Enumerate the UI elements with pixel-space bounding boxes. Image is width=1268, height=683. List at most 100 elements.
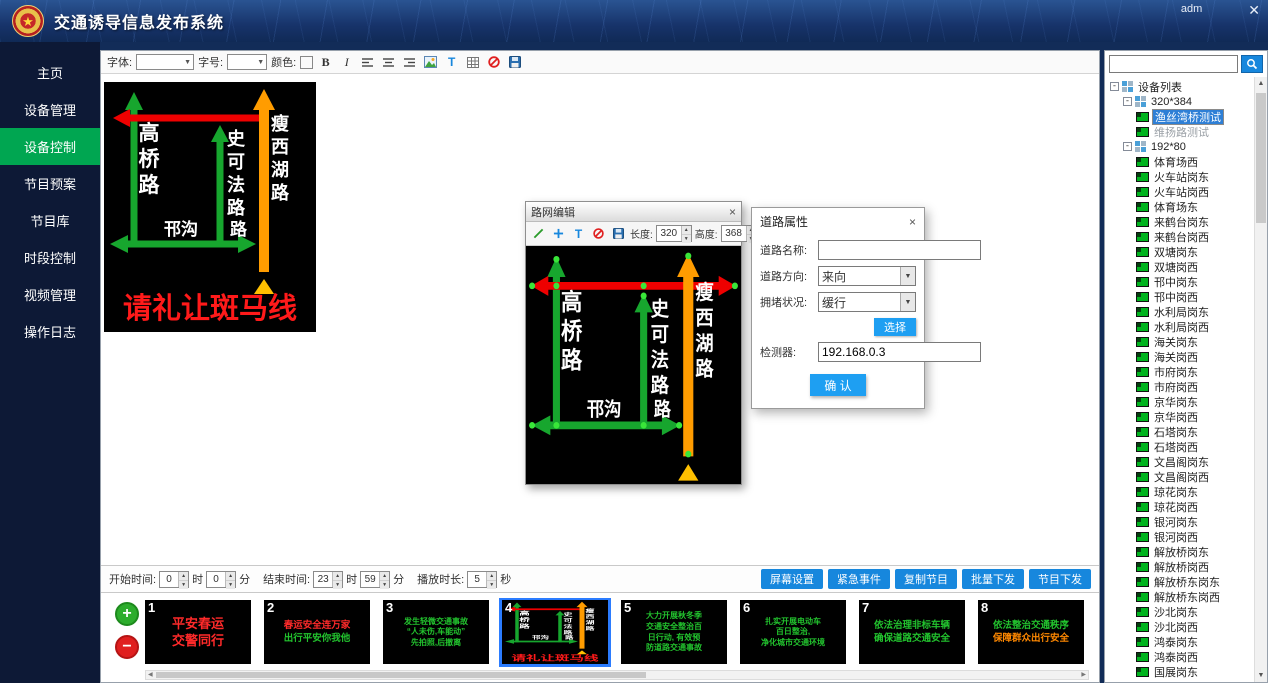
scroll-up-icon[interactable]: ▲ — [1255, 77, 1267, 90]
tree-root-device-list[interactable]: -设备列表 — [1108, 79, 1254, 94]
font-family-select[interactable]: ▼ — [136, 54, 194, 70]
tree-device-水利局岗西[interactable]: 水利局岗西 — [1108, 319, 1254, 334]
tree-device-火车站岗东[interactable]: 火车站岗东 — [1108, 169, 1254, 184]
program-tile-3[interactable]: 发生轻微交通事故“人未伤,车能动”先拍照,后撤离3 — [383, 600, 489, 664]
tree-device-石塔岗东[interactable]: 石塔岗东 — [1108, 424, 1254, 439]
tree-device-京华岗西[interactable]: 京华岗西 — [1108, 409, 1254, 424]
tree-device-解放桥岗西[interactable]: 解放桥岗西 — [1108, 559, 1254, 574]
tree-device-解放桥岗东[interactable]: 解放桥岗东 — [1108, 544, 1254, 559]
start-minute-spinner[interactable]: 0▲▼ — [206, 571, 236, 588]
spinner-down-icon[interactable]: ▼ — [380, 581, 389, 589]
tree-device-沙北岗东[interactable]: 沙北岗东 — [1108, 604, 1254, 619]
action-button-紧急事件[interactable]: 紧急事件 — [828, 569, 890, 589]
program-tile-8[interactable]: 依法整治交通秩序保障群众出行安全8 — [978, 600, 1084, 664]
confirm-button[interactable]: 确 认 — [810, 374, 865, 396]
tree-device-银河岗东[interactable]: 银河岗东 — [1108, 514, 1254, 529]
road-editor-titlebar[interactable]: 路网编辑 × — [526, 202, 741, 222]
congestion-select[interactable]: 缓行▼ — [818, 292, 916, 312]
road-name-input[interactable] — [818, 240, 981, 260]
tree-device-海关岗西[interactable]: 海关岗西 — [1108, 349, 1254, 364]
text-tool-icon[interactable]: T — [443, 54, 460, 71]
tree-device-石塔岗西[interactable]: 石塔岗西 — [1108, 439, 1254, 454]
tree-device-体育场东[interactable]: 体育场东 — [1108, 199, 1254, 214]
sidebar-item-时段控制[interactable]: 时段控制 — [0, 239, 100, 276]
spinner-down-icon[interactable]: ▼ — [333, 581, 342, 589]
road-editor-canvas[interactable]: 高桥路史可法路瘦西湖路邗沟路 — [526, 246, 741, 484]
action-button-屏幕设置[interactable]: 屏幕设置 — [761, 569, 823, 589]
program-tile-6[interactable]: 扎实开展电动车百日整治,净化城市交通环境6 — [740, 600, 846, 664]
tree-device-火车站岗西[interactable]: 火车站岗西 — [1108, 184, 1254, 199]
led-preview[interactable]: 高桥路史可法路瘦西湖路邗沟路请礼让斑马线 — [104, 82, 316, 332]
action-button-复制节目[interactable]: 复制节目 — [895, 569, 957, 589]
spinner-up-icon[interactable]: ▲ — [682, 226, 691, 235]
road-editor-close-button[interactable]: × — [729, 205, 736, 219]
select-detector-button[interactable]: 选择 — [874, 318, 916, 336]
tree-device-来鹤台岗东[interactable]: 来鹤台岗东 — [1108, 214, 1254, 229]
sidebar-item-设备控制[interactable]: 设备控制 — [0, 128, 100, 165]
add-program-button[interactable]: + — [115, 602, 139, 626]
align-center-icon[interactable] — [380, 54, 397, 71]
tree-device-维扬路测试[interactable]: 维扬路测试 — [1108, 124, 1254, 139]
sidebar-item-视频管理[interactable]: 视频管理 — [0, 276, 100, 313]
spinner-up-icon[interactable]: ▲ — [380, 572, 389, 581]
sidebar-item-主页[interactable]: 主页 — [0, 54, 100, 91]
road-properties-close-button[interactable]: × — [909, 215, 916, 229]
program-scrollbar[interactable]: ◀ ▶ — [145, 670, 1089, 680]
tree-device-国展岗西[interactable]: 国展岗西 — [1108, 679, 1254, 682]
length-spinner[interactable]: 320▲▼ — [656, 225, 692, 242]
tree-device-鸿泰岗西[interactable]: 鸿泰岗西 — [1108, 649, 1254, 664]
tree-device-双塘岗西[interactable]: 双塘岗西 — [1108, 259, 1254, 274]
tree-device-解放桥东岗西[interactable]: 解放桥东岗西 — [1108, 589, 1254, 604]
spinner-down-icon[interactable]: ▼ — [226, 581, 235, 589]
align-right-icon[interactable] — [401, 54, 418, 71]
device-search-input[interactable] — [1109, 55, 1238, 73]
tree-device-双塘岗东[interactable]: 双塘岗东 — [1108, 244, 1254, 259]
tree-device-文昌阁岗西[interactable]: 文昌阁岗西 — [1108, 469, 1254, 484]
tree-device-京华岗东[interactable]: 京华岗东 — [1108, 394, 1254, 409]
tree-group-320*384[interactable]: -320*384 — [1108, 94, 1254, 109]
remove-program-button[interactable]: − — [115, 635, 139, 659]
tree-device-银河岗西[interactable]: 银河岗西 — [1108, 529, 1254, 544]
sidebar-item-设备管理[interactable]: 设备管理 — [0, 91, 100, 128]
sidebar-item-操作日志[interactable]: 操作日志 — [0, 313, 100, 350]
sidebar-item-节目库[interactable]: 节目库 — [0, 202, 100, 239]
tree-device-文昌阁岗东[interactable]: 文昌阁岗东 — [1108, 454, 1254, 469]
spinner-arrows[interactable]: ▲▼ — [681, 226, 691, 241]
spinner-up-icon[interactable]: ▲ — [226, 572, 235, 581]
spinner-up-icon[interactable]: ▲ — [487, 572, 496, 581]
delete-tool-icon[interactable] — [590, 225, 607, 242]
font-size-select[interactable]: ▼ — [227, 54, 267, 70]
spinner-down-icon[interactable]: ▼ — [179, 581, 188, 589]
tree-device-国展岗东[interactable]: 国展岗东 — [1108, 664, 1254, 679]
tree-device-邗中岗东[interactable]: 邗中岗东 — [1108, 274, 1254, 289]
insert-image-icon[interactable] — [422, 54, 439, 71]
save-icon[interactable] — [610, 225, 627, 242]
spinner-up-icon[interactable]: ▲ — [333, 572, 342, 581]
search-button[interactable] — [1241, 55, 1263, 73]
bold-button[interactable]: B — [317, 54, 334, 71]
program-tile-7[interactable]: 依法治理非标车辆确保道路交通安全7 — [859, 600, 965, 664]
tree-device-解放桥东岗东[interactable]: 解放桥东岗东 — [1108, 574, 1254, 589]
tree-device-沙北岗西[interactable]: 沙北岗西 — [1108, 619, 1254, 634]
tree-device-海关岗东[interactable]: 海关岗东 — [1108, 334, 1254, 349]
program-tile-4[interactable]: 高桥路史可法路瘦西湖路邗沟路请礼让斑马线4 — [502, 600, 608, 664]
tree-device-邗中岗西[interactable]: 邗中岗西 — [1108, 289, 1254, 304]
grid-icon[interactable] — [464, 54, 481, 71]
scrollbar-thumb[interactable] — [1256, 93, 1266, 223]
tree-device-渔丝湾桥测试[interactable]: 渔丝湾桥测试 — [1108, 109, 1254, 124]
clear-icon[interactable] — [485, 54, 502, 71]
scroll-down-icon[interactable]: ▼ — [1255, 669, 1267, 682]
spinner-down-icon[interactable]: ▼ — [682, 235, 691, 243]
tree-device-体育场西[interactable]: 体育场西 — [1108, 154, 1254, 169]
action-button-节目下发[interactable]: 节目下发 — [1029, 569, 1091, 589]
tree-device-市府岗西[interactable]: 市府岗西 — [1108, 379, 1254, 394]
color-swatch[interactable] — [300, 56, 313, 69]
start-hour-spinner[interactable]: 0▲▼ — [159, 571, 189, 588]
road-direction-select[interactable]: 来向▼ — [818, 266, 916, 286]
window-close-button[interactable]: ✕ — [1248, 3, 1260, 17]
duration-spinner[interactable]: 5▲▼ — [467, 571, 497, 588]
italic-button[interactable]: I — [338, 54, 355, 71]
spinner-up-icon[interactable]: ▲ — [179, 572, 188, 581]
action-button-批量下发[interactable]: 批量下发 — [962, 569, 1024, 589]
tree-device-琼花岗东[interactable]: 琼花岗东 — [1108, 484, 1254, 499]
